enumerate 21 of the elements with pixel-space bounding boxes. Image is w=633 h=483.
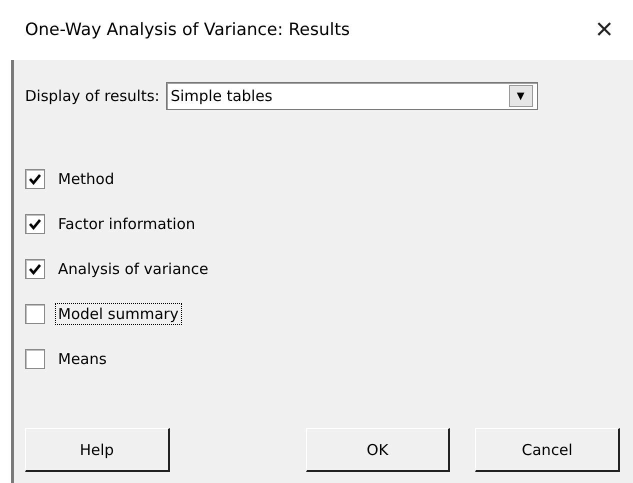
check-icon (28, 262, 42, 276)
dialog-button[interactable]: Help (25, 428, 170, 472)
window-title: One-Way Analysis of Variance: Results (25, 20, 350, 40)
option-label[interactable]: Analysis of variance (55, 258, 212, 280)
option-label[interactable]: Factor information (55, 212, 198, 234)
option-label[interactable]: Means (55, 348, 110, 370)
close-button[interactable]: × (589, 15, 619, 45)
display-dropdown[interactable]: Simple tables ▼ (166, 82, 538, 110)
check-icon (28, 216, 42, 230)
display-label: Display of results: (25, 87, 160, 105)
checkbox[interactable] (25, 348, 45, 368)
checkbox[interactable] (25, 304, 45, 324)
check-icon (28, 172, 42, 186)
dialog-button[interactable]: OK (306, 428, 450, 472)
option-label[interactable]: Method (55, 168, 118, 190)
dialog-button[interactable]: Cancel (475, 428, 620, 472)
checkbox[interactable] (25, 258, 45, 278)
option-label[interactable]: Model summary (55, 302, 182, 324)
checkbox[interactable] (25, 214, 45, 234)
checkbox[interactable] (25, 168, 45, 188)
dropdown-value: Simple tables (170, 87, 272, 105)
